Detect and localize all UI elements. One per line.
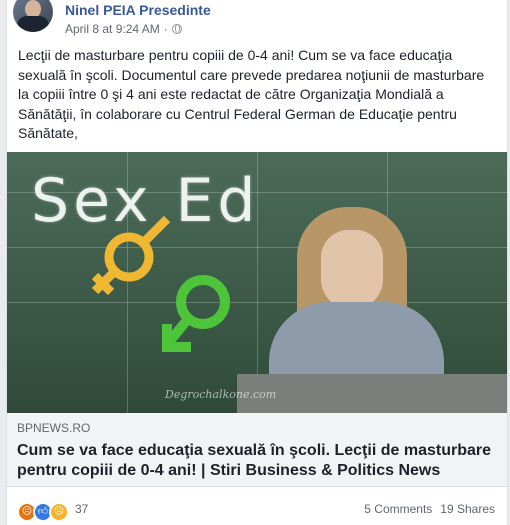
link-title[interactable]: Cum se va face educaţia sexuală în şcoli… bbox=[17, 441, 497, 481]
reaction-count[interactable]: 37 bbox=[75, 502, 88, 516]
avatar-suit bbox=[17, 16, 49, 32]
sad-icon: ☹ bbox=[49, 502, 69, 522]
image-watermark: Degrochalkone.com bbox=[165, 388, 277, 401]
link-preview-meta[interactable]: BPNEWS.RO Cum se va face educaţia sexual… bbox=[7, 413, 507, 487]
shares-count[interactable]: 19 Shares bbox=[440, 502, 495, 516]
male-symbol bbox=[162, 275, 230, 352]
link-preview-image[interactable]: Sex Ed Degrochalkone.com bbox=[7, 152, 507, 413]
girl-face bbox=[321, 230, 383, 310]
post-card: Ninel PEIA Presedinte April 8 at 9:24 AM… bbox=[6, 0, 508, 525]
comments-count[interactable]: 5 Comments bbox=[364, 502, 432, 516]
avatar[interactable] bbox=[13, 0, 53, 32]
engagement-stats: 5 Comments 19 Shares bbox=[364, 502, 495, 516]
girl-body bbox=[269, 302, 444, 382]
author-name[interactable]: Ninel PEIA Presedinte bbox=[65, 2, 211, 18]
post-header: Ninel PEIA Presedinte April 8 at 9:24 AM… bbox=[7, 0, 507, 40]
female-symbol bbox=[91, 215, 171, 296]
post-timestamp[interactable]: April 8 at 9:24 AM bbox=[65, 22, 160, 36]
globe-icon[interactable] bbox=[171, 24, 182, 34]
post-text: Lecţii de masturbare pentru copiii de 0-… bbox=[18, 47, 485, 142]
link-domain: BPNEWS.RO bbox=[17, 421, 91, 435]
desk bbox=[237, 374, 507, 413]
meta-separator: · bbox=[163, 22, 168, 36]
post-footer: ☹ 👍︎ ☹ 37 5 Comments 19 Shares bbox=[7, 486, 507, 525]
post-meta: April 8 at 9:24 AM · bbox=[65, 22, 182, 36]
reaction-icons[interactable]: ☹ 👍︎ ☹ bbox=[17, 502, 69, 522]
